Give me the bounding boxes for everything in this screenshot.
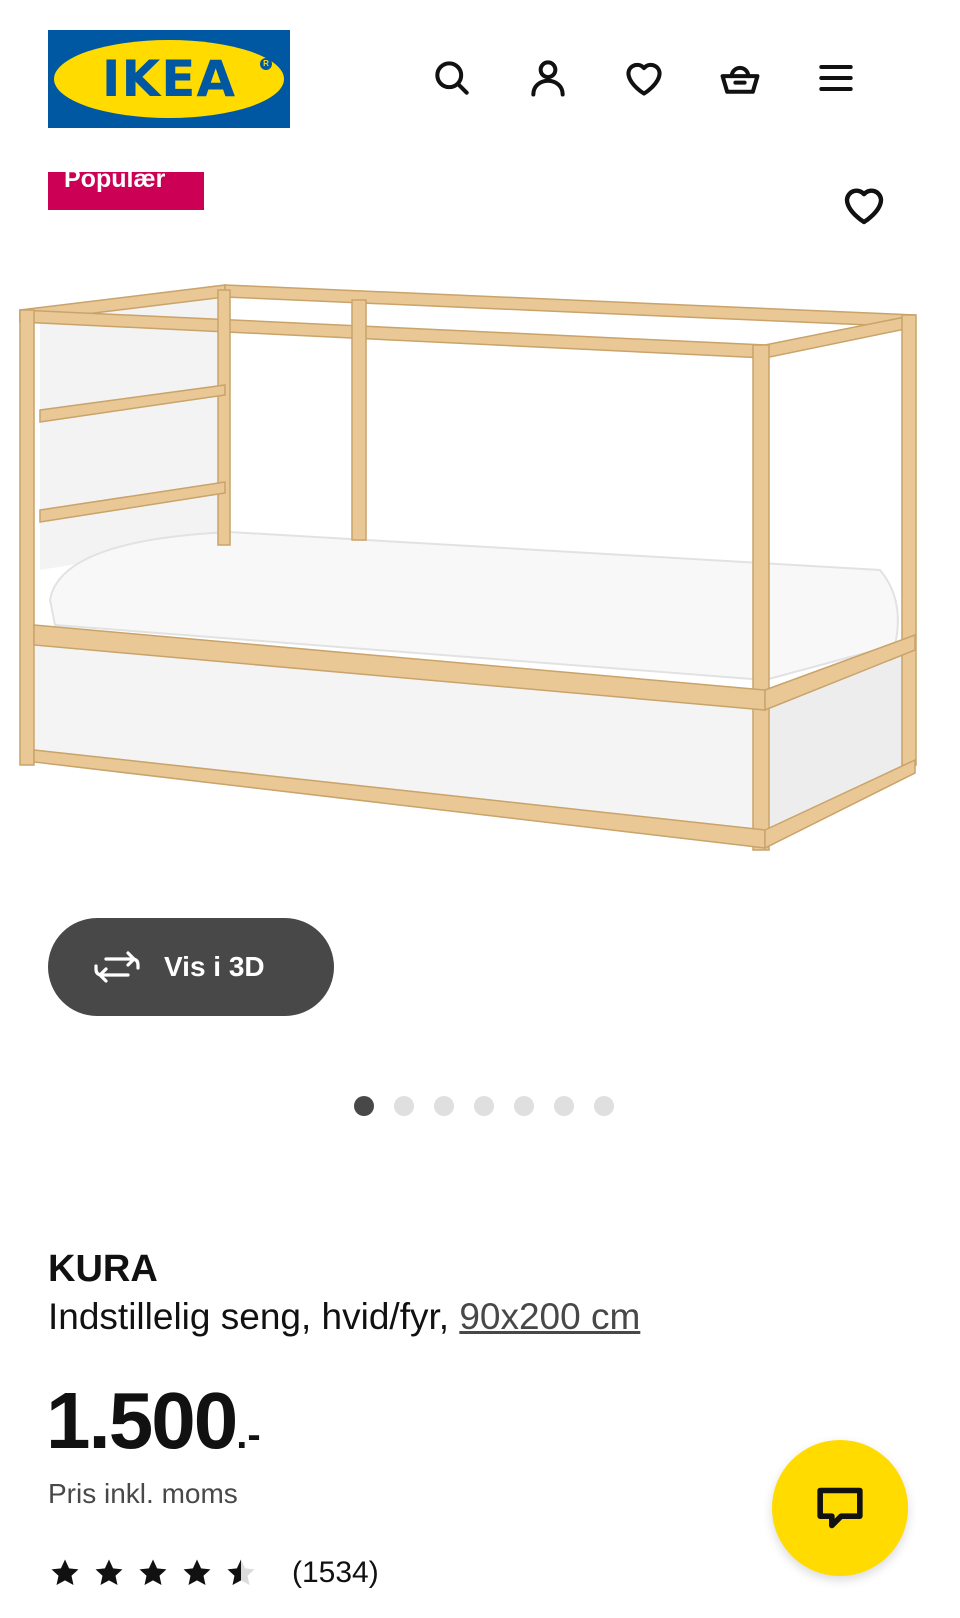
site-header: IKEA R (0, 0, 960, 150)
product-rating[interactable]: (1534) (48, 1556, 379, 1590)
gallery-dot[interactable] (354, 1096, 374, 1116)
size-link[interactable]: 90x200 cm (459, 1296, 640, 1337)
star-half-icon (227, 1559, 255, 1586)
basket-icon[interactable] (716, 54, 764, 102)
search-icon[interactable] (428, 54, 476, 102)
view-in-3d-label: Vis i 3D (164, 951, 265, 982)
product-image[interactable] (0, 270, 960, 890)
popular-badge: Populær (48, 172, 204, 210)
rating-count: (1534) (292, 1556, 379, 1589)
registered-mark-icon: R (260, 58, 272, 70)
product-description: Indstillelig seng, hvid/fyr, 90x200 cm (48, 1296, 640, 1338)
price-value: 1.500 (46, 1376, 238, 1465)
star-full-icon (95, 1559, 123, 1586)
gallery-dot[interactable] (434, 1096, 454, 1116)
ikea-logo[interactable]: IKEA R (48, 30, 290, 128)
star-full-icon (51, 1559, 79, 1586)
gallery-dot[interactable] (394, 1096, 414, 1116)
heart-icon[interactable] (620, 54, 668, 102)
price-note: Pris inkl. moms (48, 1478, 238, 1509)
product-name: KURA (48, 1248, 158, 1290)
gallery-dot[interactable] (514, 1096, 534, 1116)
gallery-dot[interactable] (594, 1096, 614, 1116)
gallery-dot[interactable] (474, 1096, 494, 1116)
logo-text: IKEA (101, 50, 237, 108)
chat-button[interactable] (772, 1440, 908, 1576)
star-full-icon (139, 1559, 167, 1586)
rotate-3d-icon (94, 951, 140, 983)
gallery-dot[interactable] (554, 1096, 574, 1116)
product-description-text: Indstillelig seng, hvid/fyr, (48, 1296, 450, 1337)
heart-icon (844, 188, 884, 225)
user-icon[interactable] (524, 54, 572, 102)
add-to-favorites-button[interactable] (837, 178, 891, 232)
chat-icon (817, 1487, 863, 1529)
star-full-icon (183, 1559, 211, 1586)
menu-icon[interactable] (812, 54, 860, 102)
gallery-pagination (0, 1096, 960, 1116)
product-price: 1.500.- (46, 1376, 261, 1480)
view-in-3d-button[interactable]: Vis i 3D (48, 918, 334, 1016)
price-suffix: .- (236, 1413, 261, 1457)
